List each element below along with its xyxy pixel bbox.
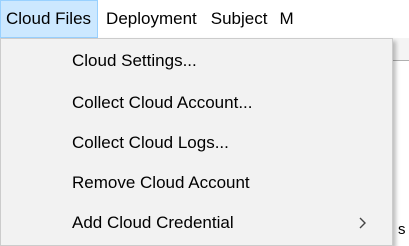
cloud-files-dropdown-menu: Cloud Settings... Collect Cloud Account.… xyxy=(0,38,393,246)
menu-deployment[interactable]: Deployment xyxy=(106,0,197,38)
menu-item-label: Cloud Settings... xyxy=(72,51,197,70)
menu-cloud-files[interactable]: Cloud Files xyxy=(0,0,99,38)
menu-item-add-cloud-credential[interactable]: Add Cloud Credential xyxy=(1,206,392,240)
menu-m-partial[interactable]: M xyxy=(279,0,293,38)
menu-item-label: Add Cloud Credential xyxy=(72,213,234,232)
menu-item-label: Remove Cloud Account xyxy=(72,173,250,192)
menu-item-label: Collect Cloud Logs... xyxy=(72,133,229,152)
menu-item-collect-cloud-logs[interactable]: Collect Cloud Logs... xyxy=(1,126,392,160)
menu-subject[interactable]: Subject xyxy=(211,0,268,38)
menu-item-cloud-settings[interactable]: Cloud Settings... xyxy=(1,44,392,78)
menu-bar: Cloud Files Deployment Subject M xyxy=(0,0,409,38)
menu-item-remove-cloud-account[interactable]: Remove Cloud Account xyxy=(1,166,392,200)
menu-item-label: Collect Cloud Account... xyxy=(72,93,253,112)
chevron-right-icon xyxy=(359,217,366,229)
menu-item-collect-cloud-account[interactable]: Collect Cloud Account... xyxy=(1,86,392,120)
underlying-text-fragment: s xyxy=(398,221,406,238)
